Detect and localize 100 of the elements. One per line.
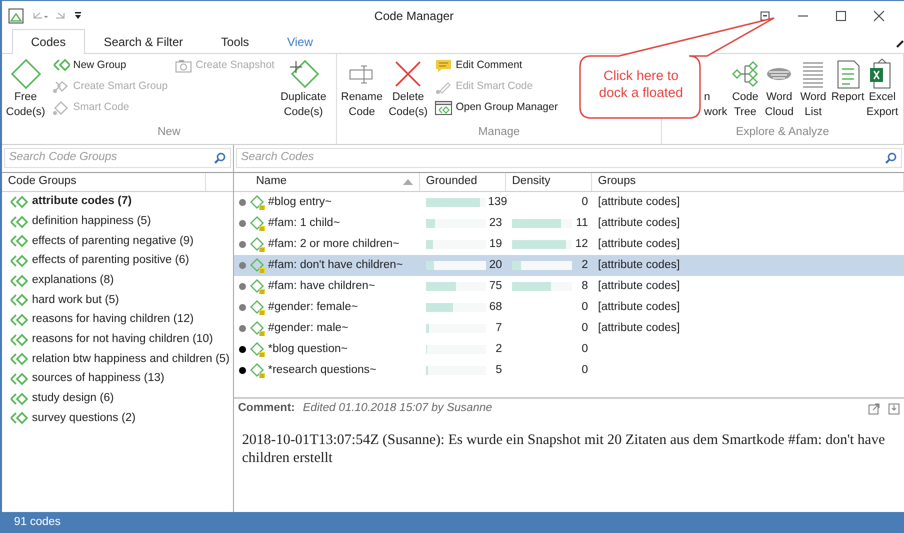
table-row[interactable]: #fam: have children~ 75 8 [attribute codes] (234, 276, 904, 297)
column-header[interactable]: Grounded (420, 173, 506, 191)
search-box[interactable]: Search Code Groups (4, 148, 231, 168)
ribbon-button[interactable]: Excel Export (865, 56, 900, 124)
table-cell-text: 0 (580, 320, 588, 336)
ribbon-button[interactable]: Word Cloud (762, 56, 796, 124)
table-cell-text: 0 (580, 362, 588, 378)
search-field[interactable]: Search Codes (241, 150, 885, 166)
group-icon (8, 372, 28, 386)
ribbon-button[interactable]: Open Group Manager (432, 98, 559, 118)
ribbon-tab[interactable]: Tools (202, 29, 268, 54)
code-icon (250, 320, 266, 336)
close-icon[interactable] (873, 10, 885, 22)
smart-group-icon (51, 79, 70, 95)
table-row[interactable]: *blog question~ 2 0 (234, 339, 904, 360)
code-group-item[interactable]: relation btw happiness and children (5) (2, 350, 233, 370)
ribbon-button[interactable]: Free Code(s) (4, 56, 48, 124)
table-cell-text: #gender: female~ (268, 300, 358, 315)
group-icon (8, 392, 28, 406)
table-cell-text: 2 (580, 258, 588, 273)
group-icon (8, 411, 28, 426)
group-icon (51, 58, 70, 74)
table-cell-text: #gender: male~ (268, 320, 348, 336)
maximize-icon[interactable] (835, 10, 847, 22)
table-cell: [attribute codes] (598, 258, 680, 271)
search-field[interactable]: Search Code Groups (9, 150, 214, 166)
table-row[interactable]: #fam: 2 or more children~ 19 12 [attribute codes] (234, 234, 904, 255)
search-icon (885, 152, 897, 164)
code-group-item[interactable]: definition happiness (5) (2, 212, 233, 232)
code-icon (250, 194, 266, 210)
group-icon (8, 234, 28, 248)
ribbon-tab[interactable]: Codes (12, 29, 85, 54)
group-icon (8, 352, 28, 366)
search-box[interactable]: Search Codes (236, 148, 902, 168)
dock-icon[interactable] (759, 10, 771, 22)
code-group-item[interactable]: survey questions (2) (2, 408, 233, 428)
sort-ascending-icon (403, 179, 413, 185)
table-row[interactable]: #fam: don't have children~ 20 2 [attribute codes] (234, 255, 904, 276)
group-label: Manage (477, 125, 521, 140)
code-icon (250, 300, 266, 316)
search-icon (214, 152, 226, 164)
table-cell: [attribute codes] (598, 238, 680, 250)
ribbon-tab[interactable]: Search & Filter (84, 29, 202, 54)
table-cell-text: 0 (580, 342, 588, 357)
code-group-item[interactable]: hard work but (5) (2, 290, 233, 310)
table-row[interactable]: *research questions~ 5 0 (234, 360, 904, 381)
table-cell-text: 5 (494, 362, 502, 378)
code-group-item[interactable]: attribute codes (7) (2, 192, 233, 212)
table-cell-text: 19 (488, 236, 502, 252)
table-cell-text: 11 (575, 216, 588, 231)
ribbon-button[interactable]: Edit Comment (432, 56, 559, 76)
dropdown-icon[interactable] (74, 10, 82, 20)
table-cell-text: #fam: have children~ (268, 278, 376, 294)
table-cell-text: 8 (580, 278, 588, 294)
column-header[interactable]: Name (250, 173, 420, 191)
code-icon (250, 278, 266, 294)
ribbon-button[interactable]: Word List (796, 56, 830, 124)
ribbon-button[interactable]: Duplicate Code(s) (278, 56, 328, 124)
table-cell-text: 0 (580, 300, 588, 315)
group-label: New (156, 125, 182, 140)
table-row[interactable]: #gender: male~ 7 0 [attribute codes] (234, 318, 904, 339)
code-group-item[interactable]: explanations (8) (2, 270, 233, 290)
code-group-item[interactable]: sources of happiness (13) (2, 369, 233, 389)
pin-icon (896, 40, 904, 48)
table-cell-text: #fam: 2 or more children~ (268, 236, 400, 252)
ribbon-tab[interactable]: View (268, 29, 332, 54)
code-group-item[interactable]: study design (6) (2, 388, 233, 409)
table-cell-text: *blog question~ (268, 342, 348, 357)
group-icon (8, 274, 28, 288)
ribbon-button[interactable]: New Group (50, 56, 169, 76)
smart-code-icon (51, 100, 70, 116)
table-row[interactable]: #gender: female~ 68 0 [attribute codes] (234, 297, 904, 318)
column-header[interactable]: Density (506, 173, 592, 191)
column-header[interactable]: Groups (592, 173, 904, 191)
group-label: Explore & Analyze (734, 125, 830, 140)
column-header[interactable]: Code Groups (2, 173, 206, 191)
code-icon (250, 362, 266, 378)
code-icon (250, 342, 266, 358)
ribbon-button[interactable]: n work (703, 56, 728, 124)
save-icon[interactable] (888, 403, 900, 415)
ribbon-button[interactable]: Delete Code(s) (386, 56, 430, 124)
table-cell: [attribute codes] (598, 216, 680, 229)
external-link-icon[interactable] (868, 403, 880, 415)
table-row[interactable]: #fam: 1 child~ 23 11 [attribute codes] (234, 213, 904, 234)
code-group-item[interactable]: reasons for not having children (10) (2, 330, 233, 350)
table-row[interactable]: #blog entry~ 139 0 [attribute codes] (234, 192, 904, 213)
app-icon (8, 8, 24, 24)
table-cell: [attribute codes] (598, 280, 680, 292)
camera-icon (174, 58, 193, 74)
ribbon-button[interactable]: Report (830, 56, 866, 124)
comment-text: 2018-10-01T13:07:54Z (Susanne): Es wurde ein Snapshot mit 20 Zitaten aus dem Smartkode #fam: don't have children erstellt (241, 431, 886, 468)
ribbon-button[interactable]: Code Tree (728, 56, 762, 124)
ribbon-button[interactable]: Rename Code (339, 56, 385, 124)
table-cell-text: 20 (488, 258, 502, 273)
code-icon (250, 236, 266, 252)
code-group-item[interactable]: reasons for having children (12) (2, 310, 233, 330)
code-group-item[interactable]: effects of parenting negative (9) (2, 231, 233, 252)
table-cell-text: 12 (574, 236, 588, 252)
group-icon (8, 194, 28, 209)
code-group-item[interactable]: effects of parenting positive (6) (2, 251, 233, 271)
